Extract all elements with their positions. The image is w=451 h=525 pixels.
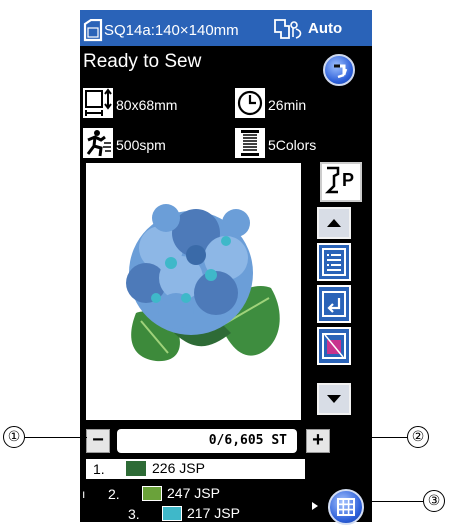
color-count-value: 5Colors bbox=[268, 137, 317, 153]
scroll-tick: ı bbox=[82, 487, 86, 501]
status-text: Ready to Sew bbox=[83, 51, 202, 72]
scroll-up-button[interactable] bbox=[317, 207, 351, 239]
list-icon bbox=[322, 248, 346, 276]
minus-button[interactable]: − bbox=[86, 429, 110, 453]
color-index: 3. bbox=[128, 506, 140, 522]
triangle-down-icon bbox=[327, 395, 341, 403]
color-list-button[interactable] bbox=[317, 243, 351, 281]
pattern-size-value: 80x68mm bbox=[116, 97, 178, 113]
list-item[interactable]: 1. 226 JSP bbox=[86, 459, 305, 479]
sewing-time-value: 26min bbox=[268, 97, 307, 113]
auto-mode-label: Auto bbox=[308, 20, 343, 37]
color-swatch bbox=[126, 461, 146, 476]
callout-1: ① bbox=[3, 426, 25, 448]
embroidery-screen: SQ14a:140×140mm Auto Ready to Sew 80x68m… bbox=[80, 10, 372, 525]
clock-icon bbox=[235, 88, 265, 118]
color-index: 2. bbox=[108, 486, 120, 502]
hoop-size-label: SQ14a:140×140mm bbox=[104, 22, 239, 39]
color-swatch bbox=[142, 486, 162, 501]
color-label: 217 JSP bbox=[187, 505, 240, 521]
scroll-down-button[interactable] bbox=[317, 383, 351, 415]
plus-button[interactable]: + bbox=[306, 429, 330, 453]
hoop-icon bbox=[83, 19, 103, 42]
pattern-preview bbox=[86, 163, 301, 420]
return-start-button[interactable] bbox=[317, 285, 351, 323]
callout-2: ② bbox=[407, 426, 429, 448]
color-index: 1. bbox=[93, 461, 105, 477]
thread-spool-icon bbox=[235, 128, 265, 158]
callout-3-line bbox=[364, 501, 423, 502]
return-icon bbox=[322, 291, 346, 317]
back-button[interactable] bbox=[323, 54, 355, 86]
stitch-counter: 0/6,605 ST bbox=[117, 429, 297, 453]
top-bar: SQ14a:140×140mm Auto bbox=[80, 10, 372, 46]
color-swatch bbox=[162, 506, 182, 521]
spool-color-icon bbox=[322, 333, 346, 359]
hydrangea-embroidery-image bbox=[126, 204, 280, 362]
speed-icon bbox=[83, 128, 113, 158]
callout-2-line bbox=[330, 437, 407, 438]
grid-button[interactable] bbox=[328, 489, 364, 525]
sewing-speed-value: 500spm bbox=[116, 137, 166, 153]
presser-foot-button[interactable]: P bbox=[320, 162, 362, 202]
presser-foot-icon: P bbox=[324, 166, 354, 194]
auto-threader-icon[interactable] bbox=[272, 17, 306, 41]
color-label: 247 JSP bbox=[167, 485, 220, 501]
return-arrow-icon bbox=[334, 64, 348, 79]
callout-3: ③ bbox=[423, 490, 445, 512]
list-item[interactable]: 3. 217 JSP bbox=[86, 504, 305, 524]
callout-1-line bbox=[25, 437, 87, 438]
grid-icon bbox=[337, 498, 355, 516]
thread-color-button[interactable] bbox=[317, 327, 351, 365]
pattern-size-icon bbox=[83, 88, 113, 118]
triangle-up-icon bbox=[327, 219, 341, 227]
svg-text:P: P bbox=[342, 170, 354, 190]
triangle-right-icon bbox=[312, 502, 318, 510]
list-item[interactable]: 2. 247 JSP bbox=[86, 484, 305, 504]
color-label: 226 JSP bbox=[152, 460, 205, 476]
